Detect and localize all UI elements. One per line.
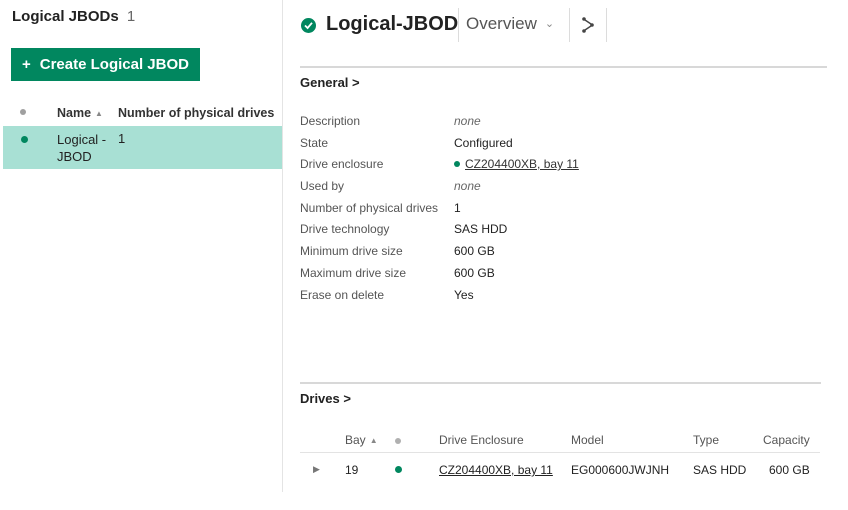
prop-value-used-by: none <box>454 179 481 193</box>
drives-column-type[interactable]: Type <box>693 433 719 447</box>
logical-jbod-list-pane: Logical JBODs 1 + Create Logical JBOD Nam… <box>0 0 282 510</box>
prop-label-description: Description <box>300 114 361 128</box>
column-header-name[interactable]: Name ▲ <box>57 106 103 120</box>
pane-divider[interactable] <box>282 0 283 492</box>
prop-label-max-drive-size: Maximum drive size <box>300 266 407 280</box>
prop-label-used-by: Used by <box>300 179 345 193</box>
drives-column-capacity[interactable]: Capacity <box>763 433 810 447</box>
prop-value-physical-drives: 1 <box>454 201 461 215</box>
detail-title: Logical-JBOD <box>326 13 459 35</box>
column-header-drives-label: Number of physical drives <box>118 106 275 120</box>
prop-value-drive-enclosure: CZ204400XB, bay 11 <box>454 157 579 171</box>
prop-value-drive-technology: SAS HDD <box>454 222 508 236</box>
prop-value-erase-on-delete: Yes <box>454 288 474 302</box>
prop-label-erase-on-delete: Erase on delete <box>300 288 385 302</box>
drive-capacity: 600 GB <box>769 463 810 477</box>
prop-label-drive-technology: Drive technology <box>300 222 390 236</box>
view-selector-label: Overview <box>466 14 537 33</box>
plus-icon: + <box>22 56 31 73</box>
drives-column-bay[interactable]: Bay ▲ <box>345 433 378 447</box>
status-column-header-icon[interactable] <box>20 109 26 115</box>
status-ok-check-icon <box>301 18 316 33</box>
drives-column-bay-label: Bay <box>345 433 366 447</box>
status-ok-icon <box>395 466 402 473</box>
drive-bay: 19 <box>345 463 359 477</box>
sort-ascending-icon: ▲ <box>369 436 378 445</box>
prop-value-min-drive-size: 600 GB <box>454 244 495 258</box>
section-divider <box>300 382 821 384</box>
status-ok-icon <box>21 136 28 143</box>
row-drive-count: 1 <box>118 131 126 146</box>
chevron-down-icon: ⌄ <box>544 18 555 30</box>
list-header: Logical JBODs 1 <box>12 8 135 25</box>
drives-column-model[interactable]: Model <box>571 433 604 447</box>
list-title: Logical JBODs <box>12 8 119 25</box>
drive-enclosure-link[interactable]: CZ204400XB, bay 11 <box>465 157 579 171</box>
header-separator <box>606 8 607 42</box>
drive-type: SAS HDD <box>693 463 747 477</box>
prop-label-physical-drives: Number of physical drives <box>300 201 439 215</box>
row-name: Logical -JBOD <box>57 132 107 164</box>
prop-value-state: Configured <box>454 136 513 150</box>
sort-ascending-icon: ▲ <box>95 109 103 118</box>
prop-value-max-drive-size: 600 GB <box>454 266 495 280</box>
list-count: 1 <box>126 8 136 25</box>
drives-column-enclosure[interactable]: Drive Enclosure <box>439 433 524 447</box>
create-logical-jbod-button[interactable]: + Create Logical JBOD <box>11 48 200 81</box>
prop-label-drive-enclosure: Drive enclosure <box>300 157 384 171</box>
prop-value-description: none <box>454 114 481 128</box>
header-separator <box>569 8 570 42</box>
drive-enclosure-link[interactable]: CZ204400XB, bay 11 <box>439 463 553 477</box>
expand-row-icon[interactable]: ▶ <box>313 464 320 475</box>
general-section-heading[interactable]: General > <box>300 75 360 90</box>
drives-section-heading[interactable]: Drives > <box>300 391 351 406</box>
drive-model: EG000600JWJNH <box>571 463 670 477</box>
create-button-label: Create Logical JBOD <box>39 56 189 73</box>
column-header-name-label: Name <box>57 106 92 120</box>
prop-label-state: State <box>300 136 329 150</box>
list-row-logical-jbod[interactable]: Logical -JBOD 1 <box>3 126 282 169</box>
drives-status-column-icon[interactable] <box>395 438 401 444</box>
actions-menu-icon[interactable] <box>579 14 599 36</box>
section-divider <box>300 66 827 68</box>
table-header-divider <box>300 452 820 453</box>
status-ok-icon <box>454 161 460 167</box>
header-separator <box>458 8 459 42</box>
view-selector[interactable]: Overview ⌄ <box>466 14 554 34</box>
prop-label-min-drive-size: Minimum drive size <box>300 244 403 258</box>
column-header-drives[interactable]: Number of physical drives <box>118 106 274 120</box>
